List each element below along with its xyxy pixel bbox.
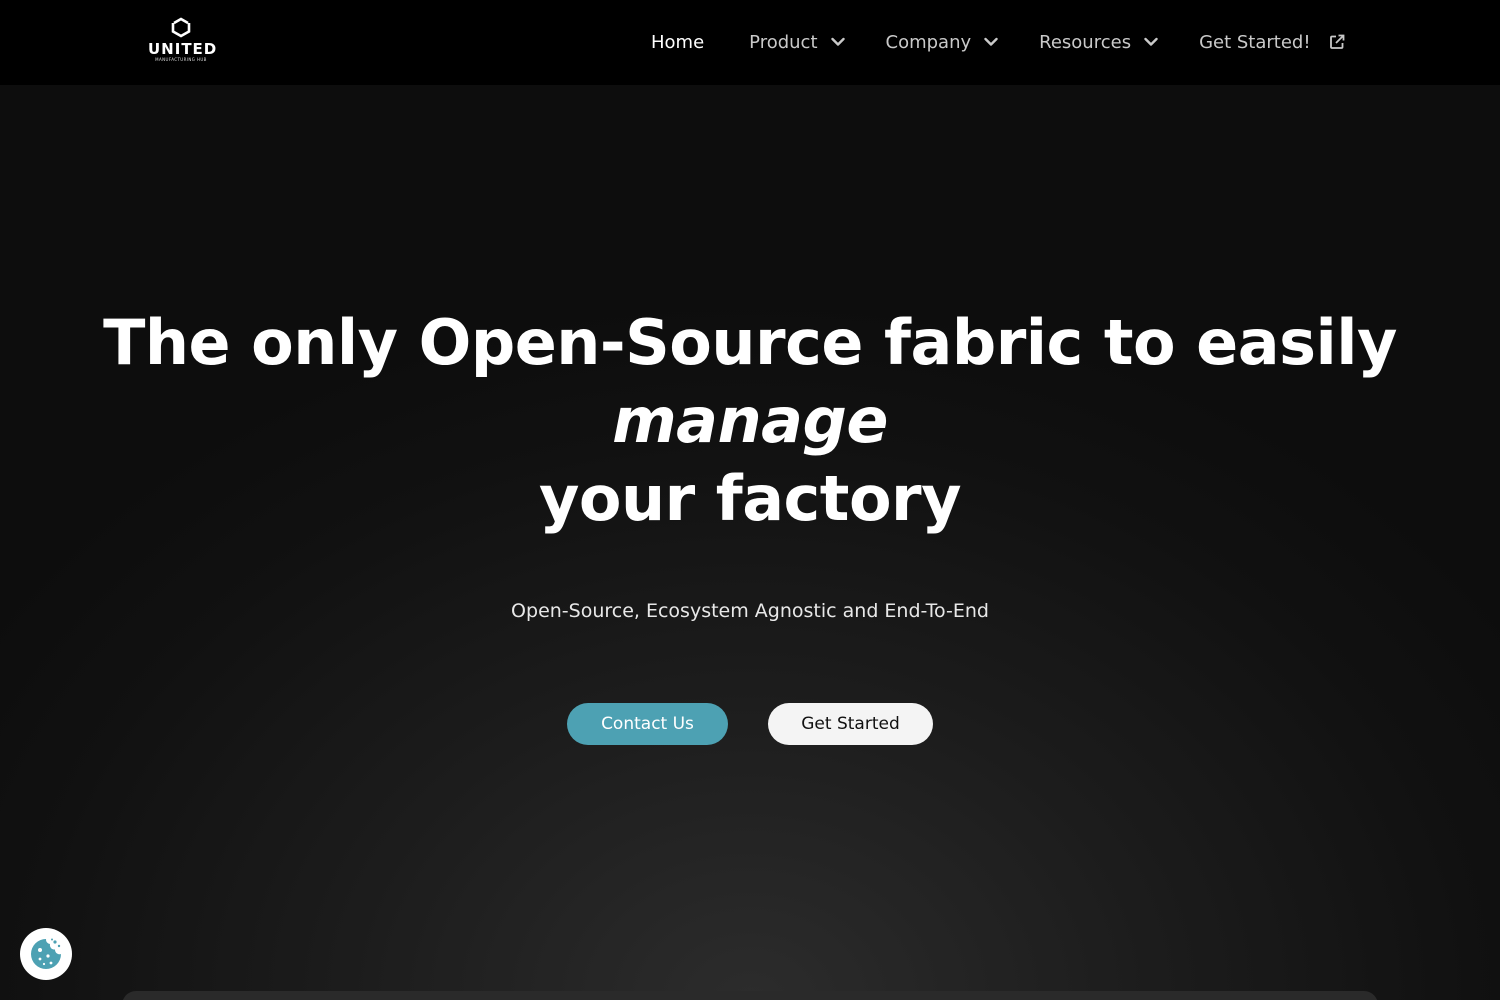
navbar: UNITED MANUFACTURING HUB Home Product Co… bbox=[0, 0, 1500, 85]
logo-tagline: MANUFACTURING HUB bbox=[155, 57, 207, 62]
hero-subtitle: Open-Source, Ecosystem Agnostic and End-… bbox=[511, 600, 989, 622]
nav-home-label: Home bbox=[651, 31, 705, 53]
content-card-top-edge bbox=[122, 991, 1378, 1000]
nav-get-started-label: Get Started! bbox=[1199, 31, 1311, 53]
hexagon-logo-icon bbox=[170, 14, 192, 38]
hero-title: The only Open-Source fabric to easily ma… bbox=[0, 304, 1500, 538]
nav-home[interactable]: Home bbox=[651, 32, 704, 53]
nav-company[interactable]: Company bbox=[886, 32, 999, 53]
logo-wordmark: UNITED bbox=[148, 40, 218, 58]
nav-resources[interactable]: Resources bbox=[1039, 32, 1158, 53]
get-started-button[interactable]: Get Started bbox=[768, 703, 933, 745]
chevron-down-icon bbox=[830, 37, 845, 46]
external-link-icon bbox=[1329, 34, 1344, 49]
chevron-down-icon bbox=[1144, 37, 1158, 46]
nav-product-label: Product bbox=[749, 31, 818, 53]
hero-title-line-3: your factory bbox=[538, 462, 962, 535]
hero-title-line-1: The only Open-Source fabric to easily bbox=[103, 306, 1397, 379]
nav-resources-label: Resources bbox=[1039, 31, 1132, 53]
logo[interactable]: UNITED MANUFACTURING HUB bbox=[148, 14, 218, 72]
main-nav: Home Product Company Resources Get Start… bbox=[651, 29, 1345, 55]
nav-get-started[interactable]: Get Started! bbox=[1199, 32, 1345, 53]
cookie-settings-button[interactable] bbox=[20, 928, 72, 980]
nav-product[interactable]: Product bbox=[749, 31, 845, 53]
hero-title-emphasis: manage bbox=[612, 384, 888, 457]
page: UNITED MANUFACTURING HUB Home Product Co… bbox=[0, 0, 1500, 1000]
chevron-down-icon bbox=[984, 37, 998, 46]
nav-company-label: Company bbox=[885, 31, 972, 53]
contact-us-button[interactable]: Contact Us bbox=[567, 703, 728, 745]
cookie-icon bbox=[31, 938, 61, 969]
